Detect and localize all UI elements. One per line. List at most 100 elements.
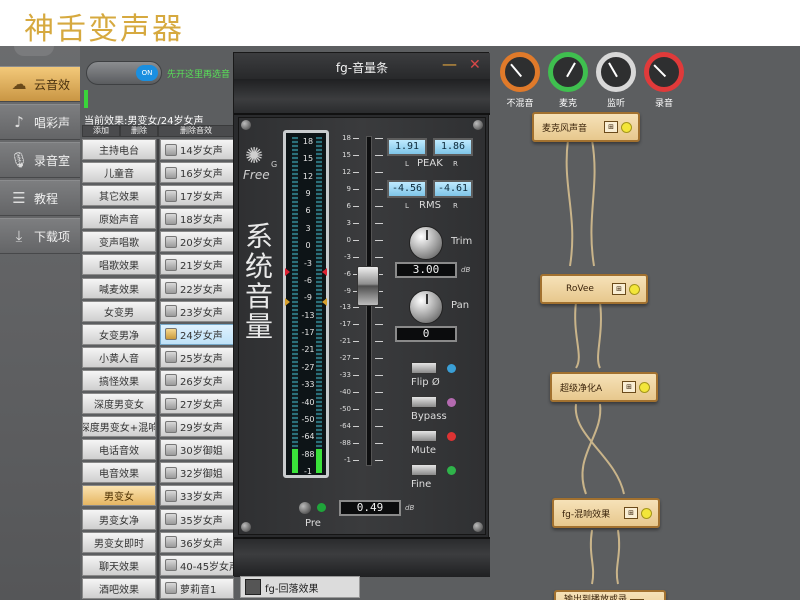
- trim-value[interactable]: 3.00: [395, 262, 457, 278]
- effect-category-item[interactable]: 深度男变女+混响: [82, 416, 156, 438]
- power-toggle[interactable]: ON: [86, 61, 162, 85]
- fader-scale-label: -50: [339, 405, 351, 414]
- effect-preset-item[interactable]: 26岁女声: [160, 369, 234, 391]
- effect-category-item[interactable]: 女变男净: [82, 323, 156, 345]
- close-button[interactable]: ✕: [469, 57, 481, 73]
- node-settings-icon[interactable]: ⊞: [604, 121, 618, 133]
- effect-preset-item[interactable]: 14岁女声: [160, 139, 234, 160]
- effect-category-item[interactable]: 其它效果: [82, 185, 156, 207]
- effect-preset-item[interactable]: 萝莉音1: [160, 577, 234, 599]
- bypass-switch[interactable]: [411, 396, 437, 408]
- node-settings-icon[interactable]: ⊞: [612, 283, 626, 295]
- effect-preset-item[interactable]: 33岁女声: [160, 485, 234, 507]
- effect-preset-label: 萝莉音1: [180, 584, 217, 596]
- toggle-hint: 先开这里再选音: [167, 70, 231, 80]
- tutorial-icon: ☰: [12, 189, 26, 207]
- cloud-icon: ☁: [11, 75, 27, 93]
- no-mix-button[interactable]: 不混音: [498, 52, 542, 112]
- effect-preset-item[interactable]: 32岁御姐: [160, 462, 234, 484]
- node-settings-icon[interactable]: ⊞: [622, 381, 636, 393]
- effect-category-item[interactable]: 唱歌效果: [82, 254, 156, 276]
- effect-preset-item[interactable]: 17岁女声: [160, 185, 234, 207]
- effect-preset-item[interactable]: 23岁女声: [160, 300, 234, 322]
- fader-tick: [353, 460, 359, 461]
- effect-category-item[interactable]: 小黄人音: [82, 346, 156, 368]
- fader-tick: [375, 409, 383, 411]
- effect-category-item[interactable]: 聊天效果: [82, 554, 156, 576]
- delete-header[interactable]: 删除: [120, 125, 158, 137]
- effect-preset-label: 27岁女声: [180, 400, 223, 412]
- effect-category-item[interactable]: 搞怪效果: [82, 369, 156, 391]
- effect-category-item[interactable]: 电话音效: [82, 439, 156, 461]
- effect-category-item[interactable]: 电音效果: [82, 462, 156, 484]
- add-header[interactable]: 添加: [82, 125, 120, 137]
- record-button[interactable]: 录音: [642, 52, 686, 112]
- nav-item-studio[interactable]: 🎙 录音室: [0, 142, 80, 178]
- effect-preset-item[interactable]: 30岁御姐: [160, 439, 234, 461]
- pan-knob[interactable]: [409, 290, 443, 324]
- output-level-value[interactable]: 0.49: [339, 500, 401, 516]
- effect-category-item[interactable]: 深度男变女: [82, 393, 156, 415]
- mic-button[interactable]: 麦克: [546, 52, 590, 112]
- effect-category-item[interactable]: 女变男: [82, 300, 156, 322]
- effect-category-item[interactable]: 儿童音: [82, 162, 156, 184]
- effect-category-list: 主持电台 儿童音 其它效果 原始声音 变声唱歌 唱歌效果 喊麦效果 女变男 女变男净 小黄人音 搞怪…: [82, 139, 156, 600]
- preset-icon: [165, 397, 177, 410]
- pan-value[interactable]: 0: [395, 326, 457, 342]
- flow-node-output[interactable]: 输出到播放或录音 ⊞: [554, 590, 666, 600]
- flow-node-reverb[interactable]: fg-混响效果 ⊞: [552, 498, 660, 528]
- mute-switch[interactable]: [411, 430, 437, 442]
- effect-category-item[interactable]: 变声唱歌: [82, 231, 156, 253]
- flow-node-mic-input[interactable]: 麦克风声音 ⊞: [532, 112, 640, 142]
- effect-preset-item[interactable]: 24岁女声: [160, 323, 234, 345]
- effect-preset-item[interactable]: 40-45岁女声: [160, 554, 234, 576]
- reverb-tab[interactable]: fg-回落效果: [240, 576, 360, 598]
- fader-tick: [375, 460, 383, 461]
- effect-preset-item[interactable]: 21岁女声: [160, 254, 234, 276]
- delete-effect-header[interactable]: 删除音效: [158, 125, 234, 137]
- effect-preset-item[interactable]: 35岁女声: [160, 508, 234, 530]
- effect-preset-item[interactable]: 29岁女声: [160, 416, 234, 438]
- meter-scale-label: -9: [304, 293, 312, 303]
- flow-node-label: 输出到播放或录音: [564, 595, 628, 600]
- effect-category-item[interactable]: 男变女即时: [82, 531, 156, 553]
- effect-category-item[interactable]: 酒吧效果: [82, 577, 156, 599]
- flow-node-super-purify[interactable]: 超级净化A ⊞: [550, 372, 658, 402]
- volume-top-band: [234, 79, 490, 115]
- effect-preset-item[interactable]: 20岁女声: [160, 231, 234, 253]
- effect-category-item[interactable]: 男变女净: [82, 508, 156, 530]
- effect-preset-item[interactable]: 36岁女声: [160, 531, 234, 553]
- fader-scale-label: -1: [344, 456, 351, 464]
- effect-preset-item[interactable]: 18岁女声: [160, 208, 234, 230]
- pre-button[interactable]: [299, 502, 311, 514]
- effect-category-item[interactable]: 喊麦效果: [82, 277, 156, 299]
- effect-category-item[interactable]: 主持电台: [82, 139, 156, 160]
- trim-knob[interactable]: [409, 226, 443, 260]
- fader-scale-label: -27: [339, 354, 351, 363]
- flow-node-rovee[interactable]: RoVee ⊞: [540, 274, 648, 304]
- monitor-button[interactable]: 监听: [594, 52, 638, 112]
- fine-switch[interactable]: [411, 464, 437, 476]
- volume-fader-handle[interactable]: [357, 266, 379, 306]
- flip-switch[interactable]: [411, 362, 437, 374]
- fader-tick: [353, 375, 359, 377]
- preset-icon: [165, 212, 177, 225]
- node-settings-icon[interactable]: ⊞: [624, 507, 638, 519]
- effect-preset-item[interactable]: 25岁女声: [160, 346, 234, 368]
- volume-titlebar[interactable]: fg-音量条 — ✕: [234, 53, 490, 79]
- effect-preset-item[interactable]: 22岁女声: [160, 277, 234, 299]
- effect-preset-item[interactable]: 16岁女声: [160, 162, 234, 184]
- effect-category-item[interactable]: 原始声音: [82, 208, 156, 230]
- fader-scale-label: -6: [344, 269, 351, 278]
- nav-item-singing[interactable]: ♪ 唱彩声: [0, 104, 80, 140]
- node-status-dot: [621, 121, 632, 133]
- nav-item-tutorial[interactable]: ☰ 教程: [0, 180, 80, 216]
- nav-item-downloads[interactable]: ⤓ 下载项: [0, 218, 80, 254]
- minimize-button[interactable]: —: [442, 55, 457, 73]
- effect-preset-label: 35岁女声: [180, 515, 223, 527]
- nav-item-cloud-effects[interactable]: ☁ 云音效: [0, 66, 80, 102]
- logo-superscript: G: [271, 160, 278, 169]
- effect-preset-item[interactable]: 27岁女声: [160, 393, 234, 415]
- effect-category-item[interactable]: 男变女: [82, 485, 156, 507]
- meter-scale-label: -33: [301, 380, 315, 390]
